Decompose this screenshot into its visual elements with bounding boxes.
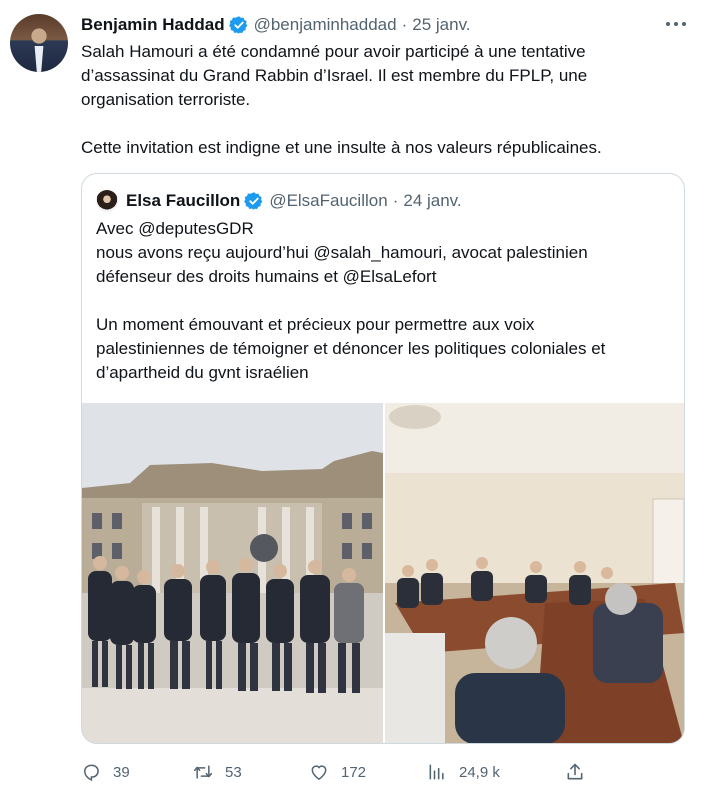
tweet-text-line: organisation terroriste. — [81, 90, 251, 109]
quoted-text-line: nous avons reçu aujourd’hui @salah_hamou… — [96, 243, 588, 262]
reply-icon — [83, 764, 99, 781]
meeting-room-photo[interactable] — [385, 403, 684, 743]
verified-badge-icon — [244, 192, 263, 210]
separator: · — [401, 15, 408, 34]
reply-count: 39 — [113, 763, 130, 781]
quoted-author-handle: @ElsaFaucillon — [269, 191, 388, 210]
tweet-text-line: Cette invitation est indigne et une insu… — [81, 138, 602, 157]
author-handle[interactable]: @benjaminhaddad — [254, 15, 397, 35]
quoted-tweet-media — [82, 403, 684, 743]
like-count: 172 — [341, 763, 367, 781]
quoted-tweet-date: 24 janv. — [403, 191, 462, 210]
more-options-icon[interactable] — [664, 14, 688, 34]
quoted-author-avatar — [96, 190, 118, 212]
author-name[interactable]: Benjamin Haddad — [81, 15, 225, 35]
tweet: Benjamin Haddad @benjaminhaddad · 25 jan… — [0, 0, 708, 798]
share-icon — [567, 763, 583, 780]
quoted-tweet-header: Elsa Faucillon @ElsaFaucillon · 24 janv. — [96, 189, 462, 213]
tweet-text-line: d’assassinat du Grand Rabbin d’Israel. I… — [81, 66, 588, 85]
retweet-button[interactable]: 53 — [193, 758, 242, 786]
quoted-tweet-text: Avec @deputesGDR nous avons reçu aujourd… — [96, 217, 676, 385]
retweet-count: 53 — [225, 763, 242, 781]
views-count: 24,9 k — [459, 763, 500, 781]
share-button[interactable] — [565, 758, 597, 786]
tweet-header: Benjamin Haddad @benjaminhaddad · 25 jan… — [81, 13, 471, 37]
quoted-text-line: palestiniennes de témoigner et dénoncer … — [96, 339, 606, 358]
quoted-text-line: d’apartheid du gvnt israélien — [96, 363, 309, 382]
author-avatar[interactable] — [10, 14, 68, 72]
heart-icon — [311, 765, 327, 780]
views-icon — [429, 764, 444, 780]
quoted-tweet[interactable]: Elsa Faucillon @ElsaFaucillon · 24 janv.… — [81, 173, 685, 744]
tweet-text-line: Salah Hamouri a été condamné pour avoir … — [81, 42, 586, 61]
tweet-actions: 39 53 172 24,9 k — [81, 758, 601, 786]
quoted-text-line: Un moment émouvant et précieux pour perm… — [96, 315, 535, 334]
quoted-text-line: Avec @deputesGDR — [96, 219, 254, 238]
quoted-text-line: défenseur des droits humains et @ElsaLef… — [96, 267, 437, 286]
tweet-text: Salah Hamouri a été condamné pour avoir … — [81, 40, 681, 160]
separator: · — [392, 191, 399, 210]
like-button[interactable]: 172 — [309, 758, 366, 786]
tweet-date[interactable]: 25 janv. — [412, 15, 470, 35]
verified-badge-icon — [228, 16, 247, 34]
reply-button[interactable]: 39 — [81, 758, 130, 786]
quoted-author-name: Elsa Faucillon — [126, 191, 241, 210]
retweet-icon — [193, 765, 213, 779]
group-photo-outside[interactable] — [82, 403, 383, 743]
views-button[interactable]: 24,9 k — [427, 758, 500, 786]
